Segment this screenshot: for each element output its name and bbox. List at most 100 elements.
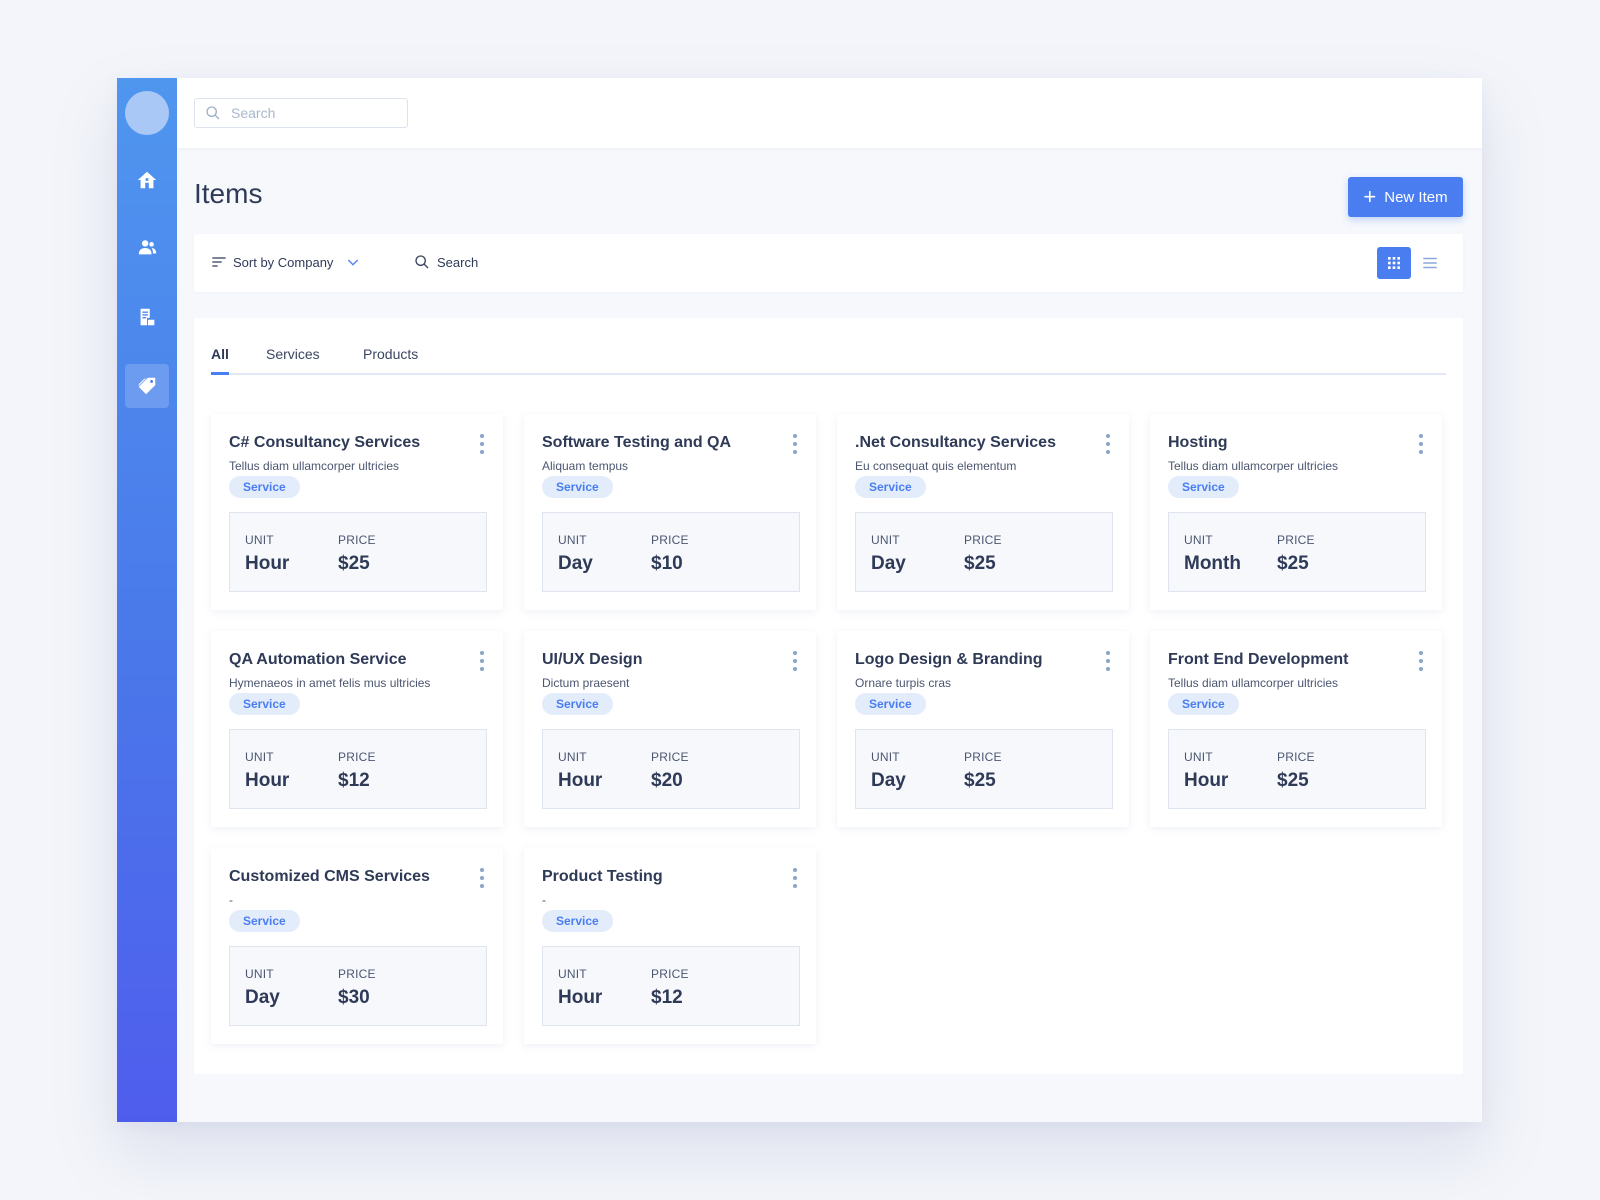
item-title: UI/UX Design xyxy=(542,651,643,668)
price-label: PRICE xyxy=(964,533,1002,547)
app-window: 12 Items + New Item Sort by Company Sear… xyxy=(117,78,1482,1122)
unit-label: UNIT xyxy=(871,750,900,764)
item-description: Ornare turpis cras xyxy=(855,676,952,690)
more-vertical-icon[interactable] xyxy=(790,868,800,888)
invoice-icon xyxy=(140,308,155,326)
price-value: $25 xyxy=(1277,770,1309,791)
item-type-tag: Service xyxy=(542,476,613,498)
new-item-button-label: New Item xyxy=(1384,188,1448,206)
unit-value: Hour xyxy=(558,770,603,791)
unit-label: UNIT xyxy=(871,533,900,547)
sort-dropdown[interactable]: Sort by Company xyxy=(211,254,361,270)
item-card[interactable]: Front End Development Tellus diam ullamc… xyxy=(1150,631,1442,827)
active-tab-indicator xyxy=(211,372,229,375)
chevron-down-icon xyxy=(348,259,359,266)
item-title: Customized CMS Services xyxy=(229,868,430,885)
item-title: Software Testing and QA xyxy=(542,434,732,451)
item-card[interactable]: Customized CMS Services - Service UNIT Da… xyxy=(211,848,503,1044)
unit-value: Day xyxy=(245,987,280,1008)
price-label: PRICE xyxy=(651,750,689,764)
tab-all[interactable]: All xyxy=(211,346,229,362)
item-card[interactable]: QA Automation Service Hymenaeos in amet … xyxy=(211,631,503,827)
grid-view-toggle[interactable] xyxy=(1377,247,1411,279)
item-meta: UNIT Month PRICE $25 xyxy=(1168,512,1426,592)
item-type-tag: Service xyxy=(229,693,300,715)
list-view-toggle[interactable] xyxy=(1416,247,1444,279)
item-card[interactable]: UI/UX Design Dictum praesent Service UNI… xyxy=(524,631,816,827)
more-vertical-icon[interactable] xyxy=(790,651,800,671)
item-meta: UNIT Hour PRICE $20 xyxy=(542,729,800,809)
unit-label: UNIT xyxy=(1184,533,1213,547)
unit-label: UNIT xyxy=(558,750,587,764)
price-value: $25 xyxy=(964,770,996,791)
item-card[interactable]: .Net Consultancy Services Eu consequat q… xyxy=(837,414,1129,610)
more-vertical-icon[interactable] xyxy=(1103,651,1113,671)
unit-value: Hour xyxy=(245,553,290,574)
items-panel: All Services Products C# Consultancy Ser… xyxy=(194,318,1463,1074)
tab-services[interactable]: Services xyxy=(266,346,320,362)
search-icon xyxy=(206,106,220,120)
item-card[interactable]: Hosting Tellus diam ullamcorper ultricie… xyxy=(1150,414,1442,610)
global-search[interactable] xyxy=(194,98,408,128)
item-card[interactable]: Product Testing - Service UNIT Hour PRICE… xyxy=(524,848,816,1044)
item-type-tag: Service xyxy=(229,910,300,932)
unit-value: Hour xyxy=(558,987,603,1008)
sort-label: Sort by Company xyxy=(233,254,334,270)
sidebar-item-home[interactable] xyxy=(125,158,169,202)
more-vertical-icon[interactable] xyxy=(477,868,487,888)
sidebar-item-customers[interactable] xyxy=(125,226,169,270)
price-label: PRICE xyxy=(651,967,689,981)
tab-products[interactable]: Products xyxy=(363,346,418,362)
more-vertical-icon[interactable] xyxy=(477,434,487,454)
item-card[interactable]: Software Testing and QA Aliquam tempus S… xyxy=(524,414,816,610)
item-meta: UNIT Day PRICE $30 xyxy=(229,946,487,1026)
item-type-tag: Service xyxy=(855,693,926,715)
tag-icon xyxy=(138,377,156,395)
item-meta: UNIT Hour PRICE $25 xyxy=(1168,729,1426,809)
item-meta: UNIT Day PRICE $25 xyxy=(855,729,1113,809)
item-description: Hymenaeos in amet felis mus ultricies xyxy=(229,676,431,690)
unit-label: UNIT xyxy=(558,967,587,981)
more-vertical-icon[interactable] xyxy=(1103,434,1113,454)
price-value: $25 xyxy=(338,553,370,574)
unit-value: Month xyxy=(1184,553,1241,574)
new-item-button[interactable]: + New Item xyxy=(1348,177,1463,217)
item-title: .Net Consultancy Services xyxy=(855,434,1056,451)
items-search[interactable]: Search xyxy=(414,254,478,270)
item-meta: UNIT Hour PRICE $25 xyxy=(229,512,487,592)
items-search-label: Search xyxy=(437,254,479,270)
search-icon xyxy=(415,255,429,269)
price-value: $20 xyxy=(651,770,683,791)
unit-value: Hour xyxy=(1184,770,1229,791)
item-description: Tellus diam ullamcorper ultricies xyxy=(1168,459,1339,473)
item-tabs: All Services Products xyxy=(211,318,1446,375)
price-value: $25 xyxy=(964,553,996,574)
item-description: Tellus diam ullamcorper ultricies xyxy=(1168,676,1339,690)
more-vertical-icon[interactable] xyxy=(790,434,800,454)
item-title: Product Testing xyxy=(542,868,663,885)
grid-icon xyxy=(1388,257,1400,269)
price-value: $12 xyxy=(651,987,683,1008)
topbar: 12 xyxy=(177,78,1482,148)
item-type-tag: Service xyxy=(1168,693,1239,715)
sidebar xyxy=(117,78,177,1122)
users-icon xyxy=(138,240,157,255)
item-type-tag: Service xyxy=(229,476,300,498)
price-label: PRICE xyxy=(1277,533,1315,547)
item-description: - xyxy=(229,893,233,907)
item-card[interactable]: C# Consultancy Services Tellus diam ulla… xyxy=(211,414,503,610)
more-vertical-icon[interactable] xyxy=(477,651,487,671)
item-meta: UNIT Hour PRICE $12 xyxy=(542,946,800,1026)
sidebar-item-invoices[interactable] xyxy=(125,295,169,339)
more-vertical-icon[interactable] xyxy=(1416,651,1426,671)
item-description: Aliquam tempus xyxy=(542,459,629,473)
price-label: PRICE xyxy=(651,533,689,547)
item-card[interactable]: Logo Design & Branding Ornare turpis cra… xyxy=(837,631,1129,827)
unit-value: Hour xyxy=(245,770,290,791)
item-description: Eu consequat quis elementum xyxy=(855,459,1017,473)
more-vertical-icon[interactable] xyxy=(1416,434,1426,454)
global-search-input[interactable] xyxy=(231,105,391,121)
item-meta: UNIT Hour PRICE $12 xyxy=(229,729,487,809)
sidebar-item-items[interactable] xyxy=(125,364,169,408)
app-logo[interactable] xyxy=(125,91,169,135)
